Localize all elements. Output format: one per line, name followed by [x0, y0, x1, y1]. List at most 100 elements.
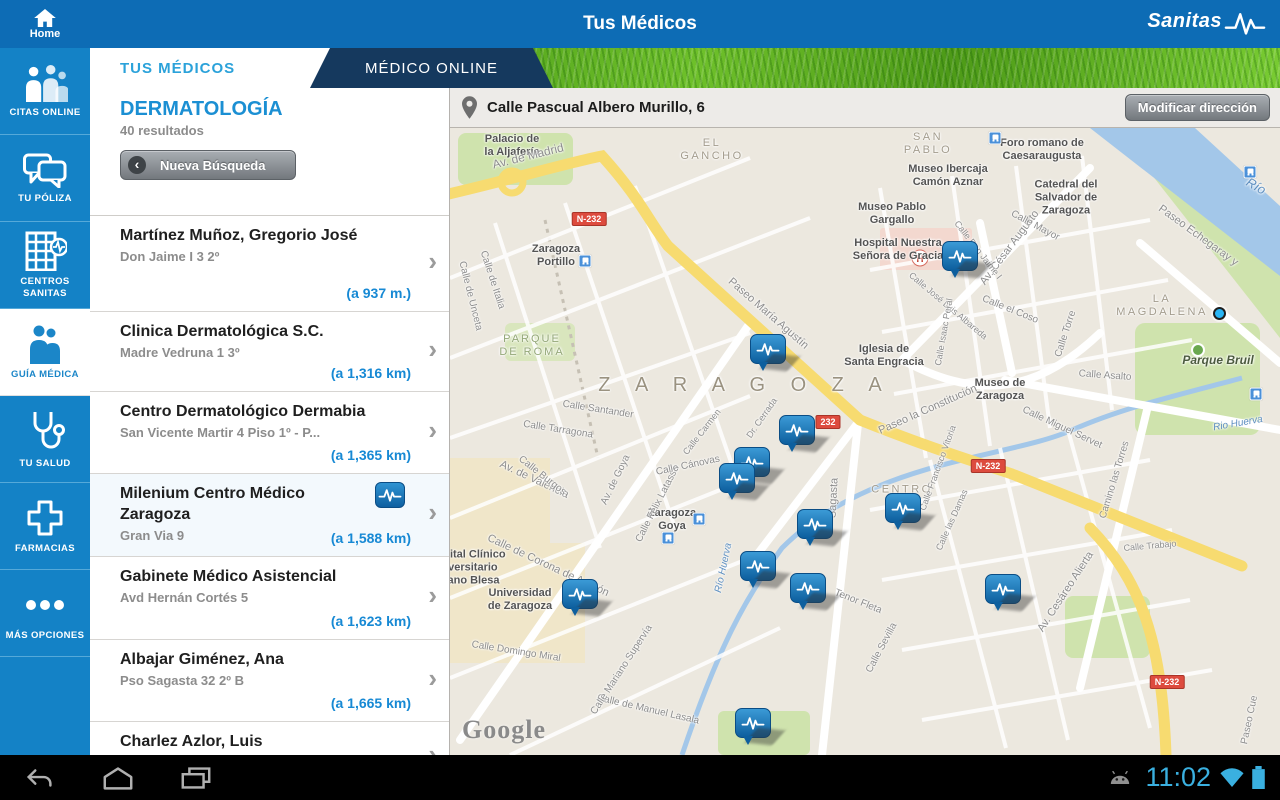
- doctor-address: Don Jaime I 3 2º: [120, 249, 350, 264]
- home-nav-button[interactable]: [100, 764, 136, 792]
- tab-medico-online[interactable]: MÉDICO ONLINE: [310, 48, 553, 88]
- tab-bar: TUS MÉDICOS MÉDICO ONLINE: [90, 48, 1280, 88]
- doctor-list-item[interactable]: Martínez Muñoz, Gregorio José Don Jaime I…: [90, 216, 449, 312]
- building-pulse-icon: [23, 231, 67, 276]
- doctor-address: Madre Vedruna 1 3º: [120, 345, 350, 360]
- doctor-map-marker[interactable]: [562, 579, 598, 609]
- map-pane: Calle Pascual Albero Murillo, 6 Modifica…: [450, 88, 1280, 755]
- family-icon: [22, 64, 68, 107]
- doctor-address: Gran Via 9: [120, 528, 350, 543]
- status-clock: 11:02: [1145, 762, 1211, 793]
- sidebar-item-tu-salud[interactable]: TU SALUD: [0, 396, 90, 483]
- sidebar-item-centros-sanitas[interactable]: CENTROS SANITAS: [0, 222, 90, 309]
- address-bar: Calle Pascual Albero Murillo, 6 Modifica…: [450, 88, 1280, 128]
- doctor-list-item[interactable]: Albajar Giménez, AnaPso Sagasta 32 2º B(…: [90, 640, 449, 722]
- doctor-map-marker[interactable]: [740, 551, 776, 581]
- doctor-list: Martínez Muñoz, Gregorio José Don Jaime I…: [90, 215, 449, 755]
- home-button[interactable]: Home: [0, 9, 90, 40]
- sidebar-item-label: GUÍA MÉDICA: [11, 369, 79, 381]
- chevron-right-icon: ›: [428, 334, 437, 365]
- doctor-map-marker[interactable]: [779, 415, 815, 445]
- current-address: Calle Pascual Albero Murillo, 6: [487, 99, 1125, 116]
- doctor-distance: (a 1,316 km): [331, 365, 411, 381]
- sidebar-item-farmacias[interactable]: FARMACIAS: [0, 483, 90, 570]
- map-canvas[interactable]: H EL GANCHOSAN PABLOLA MAGDALENACENTROZ …: [450, 128, 1280, 755]
- doctor-address: Pso Sagasta 32 2º B: [120, 673, 350, 688]
- back-chevron-icon: ‹: [128, 156, 146, 174]
- map-base-art: H: [450, 128, 1280, 755]
- home-icon: [33, 9, 57, 27]
- pharmacy-cross-icon: [25, 498, 65, 543]
- doctor-name: Charlez Azlor, Luis: [120, 731, 370, 752]
- transit-station-icon: [662, 532, 675, 545]
- chevron-right-icon: ›: [428, 739, 437, 755]
- sidebar-item-label: CITAS ONLINE: [9, 107, 80, 119]
- results-panel: DERMATOLOGÍA 40 resultados ‹ Nueva Búsqu…: [90, 88, 450, 755]
- chevron-right-icon: ›: [428, 415, 437, 446]
- doctor-list-item[interactable]: Clinica Dermatológica S.C. Madre Vedruna …: [90, 312, 449, 392]
- ekg-badge-icon: [375, 482, 405, 508]
- grass-banner-image: [450, 48, 1280, 88]
- modify-address-button[interactable]: Modificar dirección: [1125, 94, 1270, 121]
- transit-station-icon: [693, 513, 706, 526]
- results-count: 40 resultados: [120, 123, 435, 138]
- doctor-name: Martínez Muñoz, Gregorio José: [120, 225, 370, 246]
- transit-station-icon: [989, 132, 1002, 145]
- sidebar-item-label: FARMACIAS: [15, 543, 75, 555]
- transit-station-icon: [1250, 388, 1263, 401]
- doctor-list-item[interactable]: Gabinete Médico Asistencial Avd Hernán Co…: [90, 557, 449, 640]
- chevron-right-icon: ›: [428, 580, 437, 611]
- doctor-name: Clinica Dermatológica S.C.: [120, 321, 370, 342]
- new-search-button[interactable]: ‹ Nueva Búsqueda: [120, 150, 296, 180]
- doctor-distance: (a 1,623 km): [331, 613, 411, 629]
- sidebar-item-label: TU PÓLIZA: [18, 193, 72, 205]
- doctor-map-marker[interactable]: [942, 241, 978, 271]
- doctor-name: Gabinete Médico Asistencial: [120, 566, 370, 587]
- recent-apps-button[interactable]: [178, 764, 214, 792]
- sidebar-item-tu-poliza[interactable]: TU PÓLIZA: [0, 135, 90, 222]
- doctor-list-item[interactable]: Milenium Centro Médico Zaragoza Gran Via …: [90, 474, 449, 557]
- sidebar-item-label: MÁS OPCIONES: [6, 630, 85, 642]
- current-location-dot: [1213, 307, 1226, 320]
- stethoscope-icon: [25, 409, 65, 458]
- doctor-map-marker[interactable]: [790, 573, 826, 603]
- app-window: Home Tus Médicos Sanitas CITAS ONLINE TU …: [0, 0, 1280, 800]
- doctor-name: Albajar Giménez, Ana: [120, 649, 370, 670]
- results-header: DERMATOLOGÍA 40 resultados ‹ Nueva Búsqu…: [90, 88, 449, 215]
- wifi-icon: [1219, 767, 1245, 788]
- couple-icon: [25, 324, 65, 369]
- back-button[interactable]: [22, 764, 58, 792]
- sidebar-item-guia-medica[interactable]: GUÍA MÉDICA: [0, 309, 90, 396]
- top-bar: Home Tus Médicos Sanitas: [0, 0, 1280, 48]
- doctor-map-marker[interactable]: [719, 463, 755, 493]
- home-label: Home: [30, 28, 61, 40]
- doctor-map-marker[interactable]: [735, 708, 771, 738]
- doctor-list-item[interactable]: Charlez Azlor, Luis ›: [90, 722, 449, 755]
- doctor-map-marker[interactable]: [750, 334, 786, 364]
- battery-icon: [1251, 766, 1266, 789]
- android-nav-bar: 11:02: [0, 755, 1280, 800]
- doctor-address: Avd Hernán Cortés 5: [120, 590, 350, 605]
- doctor-name: Centro Dermatológico Dermabia: [120, 401, 370, 422]
- sidebar-item-label: CENTROS SANITAS: [0, 276, 90, 300]
- page-title: Tus Médicos: [0, 13, 1280, 35]
- map-pin-icon: [462, 96, 477, 119]
- google-logo: Google: [462, 715, 546, 745]
- doctor-name: Milenium Centro Médico Zaragoza: [120, 483, 370, 525]
- doctor-map-marker[interactable]: [885, 493, 921, 523]
- sidebar-filler: [0, 657, 90, 755]
- sidebar-item-label: TU SALUD: [19, 458, 70, 470]
- chevron-right-icon: ›: [428, 246, 437, 277]
- doctor-distance: (a 937 m.): [346, 285, 411, 301]
- sanitas-logo: Sanitas: [1147, 6, 1266, 36]
- doctor-list-item[interactable]: Centro Dermatológico DermabiaSan Vicente…: [90, 392, 449, 474]
- doctor-map-marker[interactable]: [797, 509, 833, 539]
- specialty-title: DERMATOLOGÍA: [120, 98, 435, 121]
- tab-tus-medicos[interactable]: TUS MÉDICOS: [120, 48, 235, 88]
- ellipsis-icon: [23, 585, 67, 630]
- doctor-distance: (a 1,588 km): [331, 530, 411, 546]
- sidebar-item-mas-opciones[interactable]: MÁS OPCIONES: [0, 570, 90, 657]
- sidebar-item-citas-online[interactable]: CITAS ONLINE: [0, 48, 90, 135]
- doctor-map-marker[interactable]: [985, 574, 1021, 604]
- doctor-distance: (a 1,365 km): [331, 447, 411, 463]
